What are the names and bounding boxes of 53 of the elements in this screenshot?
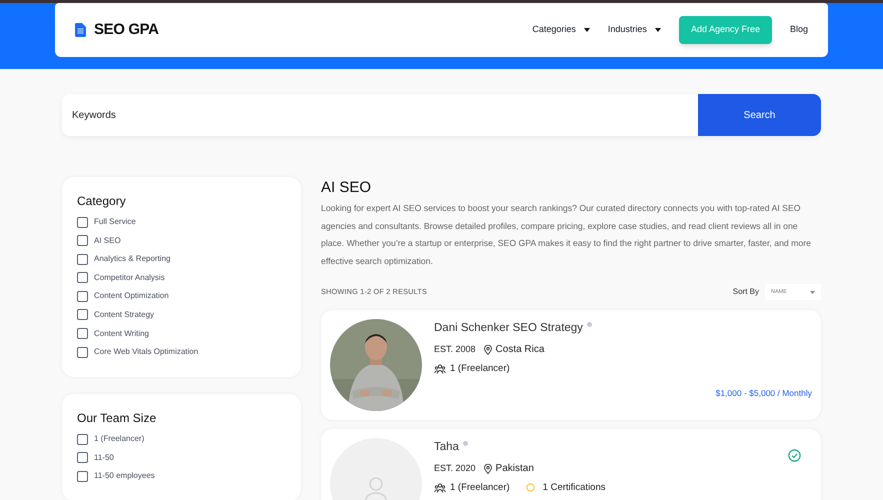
team-icon: [434, 483, 446, 494]
caret-icon: [584, 28, 590, 32]
checkbox-label: Content Strategy: [94, 308, 154, 321]
checkbox-label: Full Service: [94, 216, 136, 228]
checkbox[interactable]: [77, 309, 88, 320]
document-icon: [75, 23, 86, 37]
location: Costa Rica: [496, 343, 544, 358]
agency-name[interactable]: Taha: [434, 439, 459, 456]
certifications: 1 Certifications: [542, 481, 606, 496]
checkbox-label: Analytics & Reporting: [94, 253, 170, 266]
filter-title: Category: [77, 193, 127, 210]
brand-logo[interactable]: SEO GPA: [94, 18, 159, 42]
team-icon: [434, 364, 446, 374]
checkbox[interactable]: [77, 470, 88, 482]
nav-dropdown[interactable]: Industries: [608, 23, 661, 37]
caret-icon: [810, 290, 815, 294]
team-size: 1 (Freelancer): [450, 481, 510, 496]
checkbox[interactable]: [77, 254, 88, 265]
award-icon: [526, 483, 535, 494]
agency-name[interactable]: Dani Schenker SEO Strategy: [434, 320, 583, 338]
checkbox[interactable]: [77, 328, 88, 340]
checkbox[interactable]: [77, 290, 88, 302]
nav-dropdown[interactable]: Categories: [532, 23, 590, 37]
established-year: EST. 2020: [434, 462, 476, 475]
search-field[interactable]: Keywords: [62, 94, 698, 136]
search-button[interactable]: Search: [698, 94, 821, 136]
checkbox-label: Core Web Vitals Optimization: [94, 346, 198, 358]
checkbox[interactable]: [77, 452, 88, 464]
caret-icon: [654, 28, 661, 32]
sort-label: Sort By: [732, 286, 759, 298]
checkbox[interactable]: [77, 346, 88, 358]
page-title: AI SEO: [321, 180, 372, 195]
price-range: $1,000 - $5,000 / Monthly: [716, 386, 812, 400]
checkbox-label: AI SEO: [94, 234, 121, 247]
location: Pakistan: [496, 462, 534, 476]
checkbox-label: Content Optimization: [94, 290, 169, 302]
established-year: EST. 2008: [434, 343, 476, 356]
checkbox-label: 1 (Freelancer): [94, 433, 144, 446]
nav-link[interactable]: Blog: [790, 23, 808, 37]
checkbox[interactable]: [77, 235, 88, 246]
filter-title: Our Team Size: [77, 410, 158, 428]
checkbox-label: 11-50 employees: [94, 470, 155, 482]
user-icon: [363, 476, 389, 500]
page-description: Looking for expert AI SEO services to boost your search rankings? Our curated directory connects you with top-rated AI SEO agencies and consultants. Browse detailed profiles, compare pricing, explore case studies, and read client reviews all in one place. Whether you’re a startup or enterprise, SEO GPA makes it easy to find the right partner to drive smarter, faster, and more effective search optimization.: [321, 202, 812, 268]
checkbox-label: Content Writing: [94, 328, 149, 340]
checkbox-label: 11-50: [94, 452, 114, 464]
checkbox-label: Competitor Analysis: [94, 272, 165, 284]
location-pin-icon: [484, 344, 492, 355]
checkbox[interactable]: [77, 216, 88, 228]
location-pin-icon: [484, 464, 492, 474]
checkbox[interactable]: [77, 272, 88, 284]
team-size: 1 (Freelancer): [450, 362, 510, 376]
checkbox[interactable]: [77, 434, 88, 445]
